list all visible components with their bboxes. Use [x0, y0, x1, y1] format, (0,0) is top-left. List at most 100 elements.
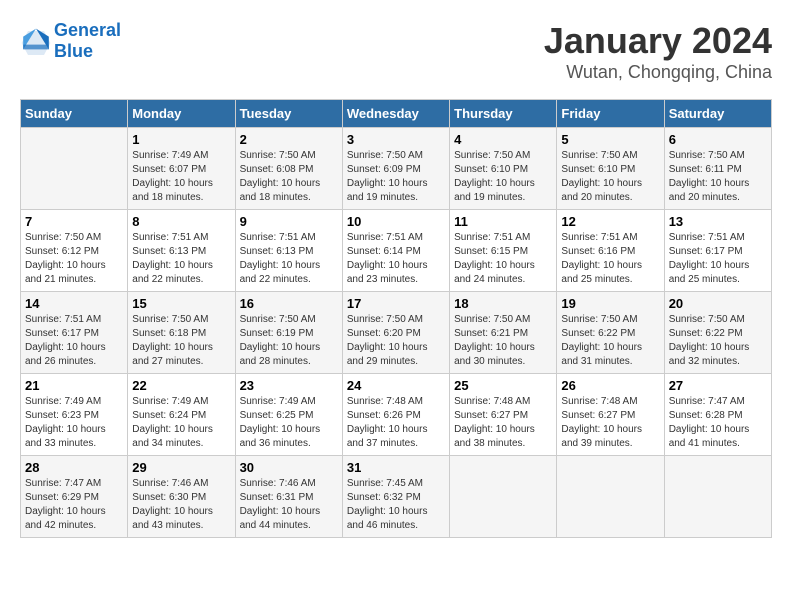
sunset-text: Sunset: 6:25 PM — [240, 410, 314, 421]
sunrise-text: Sunrise: 7:49 AM — [132, 150, 208, 161]
calendar-table: SundayMondayTuesdayWednesdayThursdayFrid… — [20, 99, 772, 538]
day-number: 2 — [240, 132, 338, 147]
day-number: 28 — [25, 460, 123, 475]
calendar-cell: 27 Sunrise: 7:47 AM Sunset: 6:28 PM Dayl… — [664, 374, 771, 456]
sunset-text: Sunset: 6:15 PM — [454, 246, 528, 257]
sunset-text: Sunset: 6:14 PM — [347, 246, 421, 257]
calendar-cell: 5 Sunrise: 7:50 AM Sunset: 6:10 PM Dayli… — [557, 128, 664, 210]
calendar-week-row: 1 Sunrise: 7:49 AM Sunset: 6:07 PM Dayli… — [21, 128, 772, 210]
sunrise-text: Sunrise: 7:50 AM — [240, 150, 316, 161]
sunrise-text: Sunrise: 7:50 AM — [561, 150, 637, 161]
sunset-text: Sunset: 6:21 PM — [454, 328, 528, 339]
day-info: Sunrise: 7:51 AM Sunset: 6:17 PM Dayligh… — [669, 231, 767, 287]
daylight-text: Daylight: 10 hours and 20 minutes. — [669, 178, 750, 203]
day-number: 1 — [132, 132, 230, 147]
day-number: 4 — [454, 132, 552, 147]
day-number: 5 — [561, 132, 659, 147]
daylight-text: Daylight: 10 hours and 38 minutes. — [454, 424, 535, 449]
daylight-text: Daylight: 10 hours and 43 minutes. — [132, 506, 213, 531]
daylight-text: Daylight: 10 hours and 37 minutes. — [347, 424, 428, 449]
sunset-text: Sunset: 6:27 PM — [454, 410, 528, 421]
sunrise-text: Sunrise: 7:49 AM — [25, 396, 101, 407]
day-info: Sunrise: 7:50 AM Sunset: 6:21 PM Dayligh… — [454, 313, 552, 369]
calendar-cell: 7 Sunrise: 7:50 AM Sunset: 6:12 PM Dayli… — [21, 210, 128, 292]
day-number: 6 — [669, 132, 767, 147]
sunset-text: Sunset: 6:32 PM — [347, 492, 421, 503]
day-of-week-header: Sunday — [21, 100, 128, 128]
day-info: Sunrise: 7:51 AM Sunset: 6:14 PM Dayligh… — [347, 231, 445, 287]
day-info: Sunrise: 7:51 AM Sunset: 6:16 PM Dayligh… — [561, 231, 659, 287]
daylight-text: Daylight: 10 hours and 28 minutes. — [240, 342, 321, 367]
day-info: Sunrise: 7:50 AM Sunset: 6:18 PM Dayligh… — [132, 313, 230, 369]
daylight-text: Daylight: 10 hours and 39 minutes. — [561, 424, 642, 449]
sunset-text: Sunset: 6:11 PM — [669, 164, 742, 175]
sunrise-text: Sunrise: 7:50 AM — [347, 150, 423, 161]
sunset-text: Sunset: 6:27 PM — [561, 410, 635, 421]
daylight-text: Daylight: 10 hours and 29 minutes. — [347, 342, 428, 367]
daylight-text: Daylight: 10 hours and 18 minutes. — [240, 178, 321, 203]
day-info: Sunrise: 7:46 AM Sunset: 6:30 PM Dayligh… — [132, 477, 230, 533]
logo: General Blue — [20, 20, 121, 62]
day-info: Sunrise: 7:48 AM Sunset: 6:27 PM Dayligh… — [454, 395, 552, 451]
calendar-cell: 11 Sunrise: 7:51 AM Sunset: 6:15 PM Dayl… — [450, 210, 557, 292]
sunrise-text: Sunrise: 7:51 AM — [669, 232, 745, 243]
day-of-week-header: Monday — [128, 100, 235, 128]
sunset-text: Sunset: 6:17 PM — [25, 328, 99, 339]
daylight-text: Daylight: 10 hours and 24 minutes. — [454, 260, 535, 285]
day-number: 13 — [669, 214, 767, 229]
sunset-text: Sunset: 6:19 PM — [240, 328, 314, 339]
sunset-text: Sunset: 6:18 PM — [132, 328, 206, 339]
daylight-text: Daylight: 10 hours and 18 minutes. — [132, 178, 213, 203]
daylight-text: Daylight: 10 hours and 20 minutes. — [561, 178, 642, 203]
day-number: 26 — [561, 378, 659, 393]
daylight-text: Daylight: 10 hours and 33 minutes. — [25, 424, 106, 449]
day-number: 29 — [132, 460, 230, 475]
day-info: Sunrise: 7:51 AM Sunset: 6:13 PM Dayligh… — [132, 231, 230, 287]
calendar-week-row: 7 Sunrise: 7:50 AM Sunset: 6:12 PM Dayli… — [21, 210, 772, 292]
sunrise-text: Sunrise: 7:50 AM — [561, 314, 637, 325]
day-number: 11 — [454, 214, 552, 229]
day-number: 17 — [347, 296, 445, 311]
day-info: Sunrise: 7:45 AM Sunset: 6:32 PM Dayligh… — [347, 477, 445, 533]
title-block: January 2024 Wutan, Chongqing, China — [544, 20, 772, 83]
sunrise-text: Sunrise: 7:51 AM — [25, 314, 101, 325]
sunrise-text: Sunrise: 7:48 AM — [454, 396, 530, 407]
calendar-cell: 25 Sunrise: 7:48 AM Sunset: 6:27 PM Dayl… — [450, 374, 557, 456]
daylight-text: Daylight: 10 hours and 22 minutes. — [132, 260, 213, 285]
sunset-text: Sunset: 6:31 PM — [240, 492, 314, 503]
calendar-header-row: SundayMondayTuesdayWednesdayThursdayFrid… — [21, 100, 772, 128]
day-info: Sunrise: 7:51 AM Sunset: 6:13 PM Dayligh… — [240, 231, 338, 287]
sunrise-text: Sunrise: 7:51 AM — [454, 232, 530, 243]
calendar-cell: 14 Sunrise: 7:51 AM Sunset: 6:17 PM Dayl… — [21, 292, 128, 374]
sunrise-text: Sunrise: 7:48 AM — [347, 396, 423, 407]
calendar-cell: 18 Sunrise: 7:50 AM Sunset: 6:21 PM Dayl… — [450, 292, 557, 374]
calendar-cell: 13 Sunrise: 7:51 AM Sunset: 6:17 PM Dayl… — [664, 210, 771, 292]
day-number: 16 — [240, 296, 338, 311]
day-of-week-header: Wednesday — [342, 100, 449, 128]
daylight-text: Daylight: 10 hours and 42 minutes. — [25, 506, 106, 531]
day-info: Sunrise: 7:48 AM Sunset: 6:26 PM Dayligh… — [347, 395, 445, 451]
sunrise-text: Sunrise: 7:50 AM — [669, 314, 745, 325]
sunset-text: Sunset: 6:07 PM — [132, 164, 206, 175]
daylight-text: Daylight: 10 hours and 31 minutes. — [561, 342, 642, 367]
day-number: 7 — [25, 214, 123, 229]
day-info: Sunrise: 7:50 AM Sunset: 6:11 PM Dayligh… — [669, 149, 767, 205]
sunset-text: Sunset: 6:12 PM — [25, 246, 99, 257]
calendar-cell: 6 Sunrise: 7:50 AM Sunset: 6:11 PM Dayli… — [664, 128, 771, 210]
sunset-text: Sunset: 6:24 PM — [132, 410, 206, 421]
day-info: Sunrise: 7:50 AM Sunset: 6:22 PM Dayligh… — [561, 313, 659, 369]
calendar-cell: 22 Sunrise: 7:49 AM Sunset: 6:24 PM Dayl… — [128, 374, 235, 456]
day-info: Sunrise: 7:50 AM Sunset: 6:10 PM Dayligh… — [454, 149, 552, 205]
calendar-cell: 24 Sunrise: 7:48 AM Sunset: 6:26 PM Dayl… — [342, 374, 449, 456]
logo-icon — [20, 27, 52, 55]
day-info: Sunrise: 7:46 AM Sunset: 6:31 PM Dayligh… — [240, 477, 338, 533]
sunrise-text: Sunrise: 7:49 AM — [132, 396, 208, 407]
sunset-text: Sunset: 6:29 PM — [25, 492, 99, 503]
day-info: Sunrise: 7:50 AM Sunset: 6:19 PM Dayligh… — [240, 313, 338, 369]
calendar-cell: 23 Sunrise: 7:49 AM Sunset: 6:25 PM Dayl… — [235, 374, 342, 456]
day-info: Sunrise: 7:51 AM Sunset: 6:15 PM Dayligh… — [454, 231, 552, 287]
day-info: Sunrise: 7:50 AM Sunset: 6:20 PM Dayligh… — [347, 313, 445, 369]
sunrise-text: Sunrise: 7:48 AM — [561, 396, 637, 407]
calendar-cell: 3 Sunrise: 7:50 AM Sunset: 6:09 PM Dayli… — [342, 128, 449, 210]
day-number: 14 — [25, 296, 123, 311]
